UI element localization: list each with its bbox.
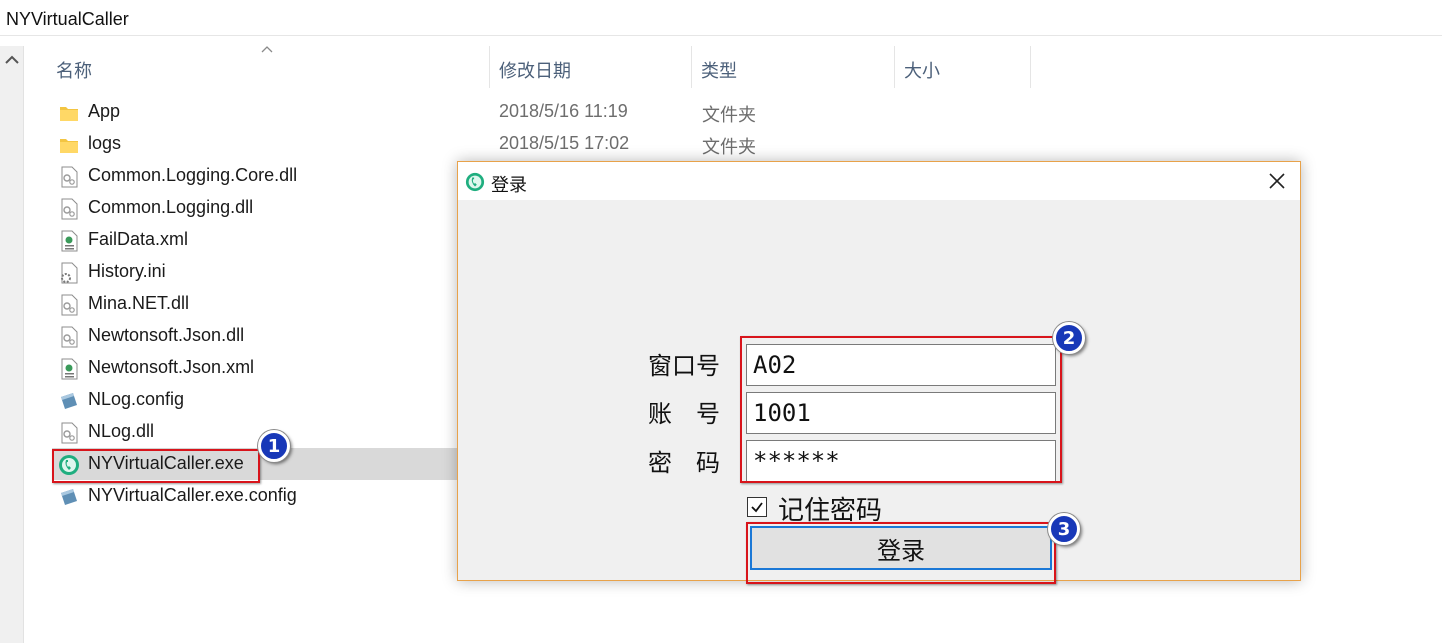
file-row[interactable]: FailData.xml [52,224,458,256]
column-divider[interactable] [691,46,692,88]
window-title: NYVirtualCaller [6,9,129,29]
highlight-fields-box [740,336,1062,483]
file-name: Mina.NET.dll [88,293,190,313]
app-icon [465,172,485,192]
file-name: Common.Logging.Core.dll [88,165,298,185]
file-row[interactable]: NYVirtualCaller.exe.config [52,480,458,512]
file-row[interactable]: History.ini [52,256,458,288]
remember-password-checkbox[interactable] [747,497,767,517]
sort-ascending-icon [261,46,273,53]
window-number-label: 窗口号 [648,352,720,380]
checkmark-icon [751,502,763,513]
dll-file-icon [61,294,78,316]
step-badge-2: 2 [1053,322,1085,354]
file-name: FailData.xml [88,229,189,249]
step-badge-1: 1 [258,430,290,462]
highlight-exe-box [52,449,260,483]
dialog-title: 登录 [491,175,527,195]
column-header-bar: 名称 修改日期 类型 大小 [24,46,1442,88]
close-icon [1269,173,1285,189]
password-label: 密 码 [648,449,720,477]
file-row[interactable]: Newtonsoft.Json.xml [52,352,458,384]
config-file-icon [61,393,77,409]
chevron-up-icon [5,55,19,64]
column-divider[interactable] [894,46,895,88]
column-date-header[interactable]: 修改日期 [499,46,571,88]
vertical-scrollbar[interactable] [0,46,24,643]
folder-icon [60,107,78,121]
file-row[interactable]: NLog.dll [52,416,458,448]
file-type: 文件夹 [702,105,756,125]
file-row[interactable]: NLog.config [52,384,458,416]
dialog-titlebar: 登录 [458,162,1300,200]
folder-icon [60,139,78,153]
close-button[interactable] [1264,168,1290,194]
file-name: logs [88,133,122,153]
xml-file-icon [61,230,78,252]
step-badge-3: 3 [1048,513,1080,545]
dll-file-icon [61,198,78,220]
file-row[interactable]: logs 2018/5/15 17:02 文件夹 [52,128,756,160]
file-name: NLog.config [88,389,185,409]
file-row[interactable]: Newtonsoft.Json.dll [52,320,458,352]
scroll-up-button[interactable] [0,46,24,74]
config-file-icon [61,489,77,505]
dll-file-icon [61,166,78,188]
column-divider[interactable] [1030,46,1031,88]
account-label: 账 号 [648,400,720,428]
column-type-header[interactable]: 类型 [701,46,737,88]
file-name: NYVirtualCaller.exe.config [88,485,297,505]
dll-file-icon [61,422,78,444]
file-row[interactable]: Mina.NET.dll [52,288,458,320]
file-row[interactable]: Common.Logging.dll [52,192,458,224]
file-name: Newtonsoft.Json.xml [88,357,255,377]
highlight-login-box [746,522,1056,584]
file-date: 2018/5/15 17:02 [499,133,630,153]
dll-file-icon [61,326,78,348]
column-size-header[interactable]: 大小 [904,46,940,88]
file-type: 文件夹 [702,137,756,157]
file-name: Newtonsoft.Json.dll [88,325,245,345]
xml-file-icon [61,358,78,380]
column-name-header[interactable]: 名称 [56,46,92,88]
file-row[interactable]: App 2018/5/16 11:19 文件夹 [52,96,756,128]
ini-file-icon [61,262,78,284]
file-name: History.ini [88,261,166,281]
file-name: App [88,101,121,121]
file-date: 2018/5/16 11:19 [499,101,628,121]
file-name: Common.Logging.dll [88,197,254,217]
file-name: NLog.dll [88,421,155,441]
window-titlebar: NYVirtualCaller [0,0,1442,36]
file-row[interactable]: Common.Logging.Core.dll [52,160,458,192]
column-divider[interactable] [489,46,490,88]
